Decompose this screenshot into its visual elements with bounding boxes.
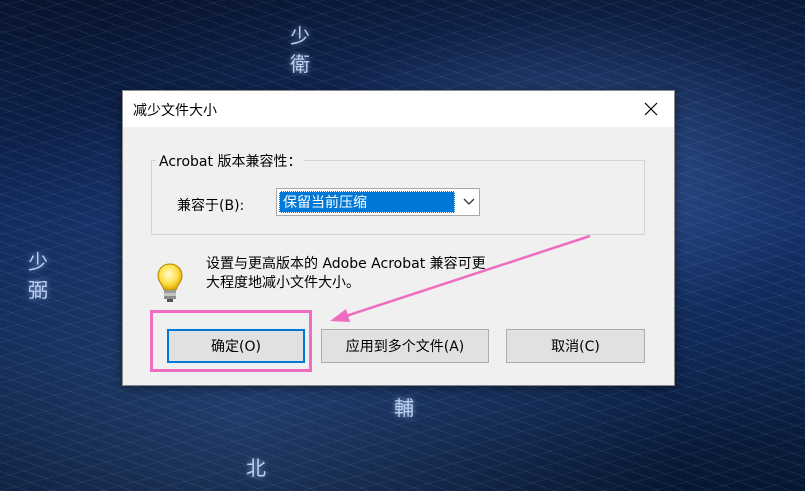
background-glyph: 衛 bbox=[290, 52, 310, 76]
background-glyph: 輔 bbox=[394, 396, 414, 420]
close-icon bbox=[644, 102, 658, 116]
compatibility-select[interactable]: 保留当前压缩 bbox=[276, 188, 480, 216]
chevron-down-icon bbox=[463, 198, 475, 205]
compatible-with-label: 兼容于(B): bbox=[177, 198, 245, 214]
background-glyph: 北 bbox=[246, 456, 266, 480]
dialog-titlebar[interactable]: 减少文件大小 bbox=[123, 91, 674, 127]
compatibility-selected-value: 保留当前压缩 bbox=[279, 191, 455, 213]
close-button[interactable] bbox=[628, 91, 674, 127]
cancel-button[interactable]: 取消(C) bbox=[506, 329, 645, 363]
tip-text-line: 大程度地减小文件大小。 bbox=[206, 275, 360, 291]
ok-button[interactable]: 确定(O) bbox=[167, 329, 305, 363]
background-glyph: 弼 bbox=[28, 278, 48, 302]
apply-to-multiple-files-button[interactable]: 应用到多个文件(A) bbox=[321, 329, 489, 363]
background-glyph: 少 bbox=[28, 250, 48, 274]
tip-text-line: 设置与更高版本的 Adobe Acrobat 兼容可更 bbox=[206, 256, 486, 272]
compatibility-group-label: Acrobat 版本兼容性： bbox=[156, 151, 305, 171]
dialog-title: 减少文件大小 bbox=[133, 103, 217, 119]
background-glyph: 少 bbox=[290, 24, 310, 48]
reduce-file-size-dialog: 减少文件大小 Acrobat 版本兼容性： 兼容于(B): 保留当前压缩 设置与… bbox=[122, 90, 675, 386]
lightbulb-icon bbox=[157, 263, 183, 302]
tip-text: 设置与更高版本的 Adobe Acrobat 兼容可更 大程度地减小文件大小。 bbox=[206, 255, 526, 293]
